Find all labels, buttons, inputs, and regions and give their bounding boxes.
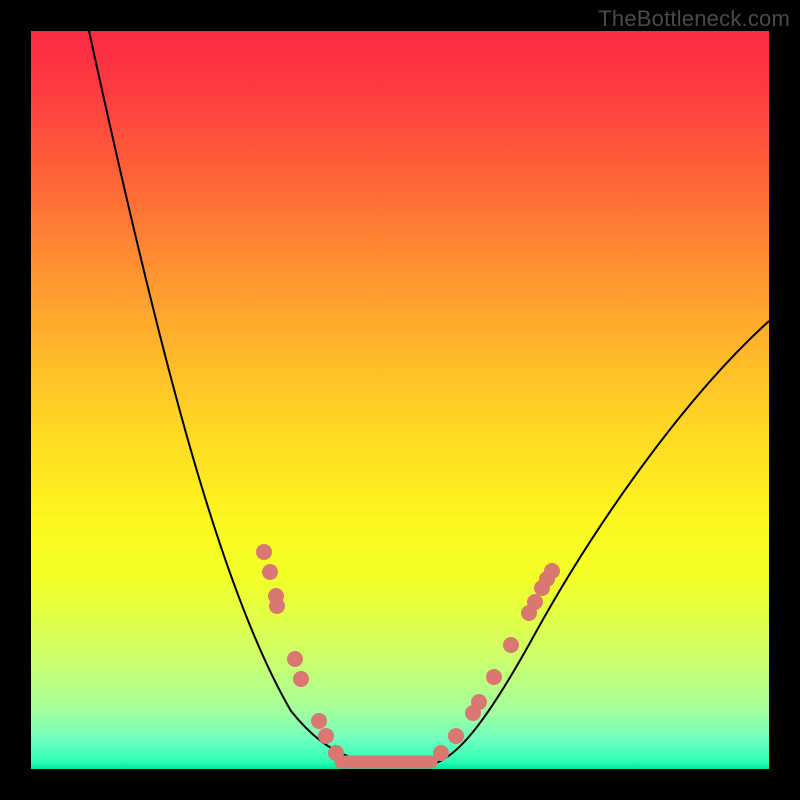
data-dot <box>448 728 464 744</box>
data-dot <box>503 637 519 653</box>
data-dot <box>311 713 327 729</box>
data-dot <box>328 745 344 761</box>
data-dot <box>471 694 487 710</box>
data-dot <box>433 745 449 761</box>
chart-svg <box>31 31 769 769</box>
data-dot <box>287 651 303 667</box>
chart-frame: TheBottleneck.com <box>0 0 800 800</box>
data-dot <box>256 544 272 560</box>
plot-area <box>31 31 769 769</box>
data-dot <box>544 563 560 579</box>
data-dot <box>486 669 502 685</box>
watermark-text: TheBottleneck.com <box>598 6 790 32</box>
data-dot <box>318 728 334 744</box>
data-dot <box>262 564 278 580</box>
bottleneck-curve <box>89 31 769 766</box>
data-dot <box>269 598 285 614</box>
data-dots <box>256 544 560 761</box>
data-dot <box>527 594 543 610</box>
data-dot <box>293 671 309 687</box>
